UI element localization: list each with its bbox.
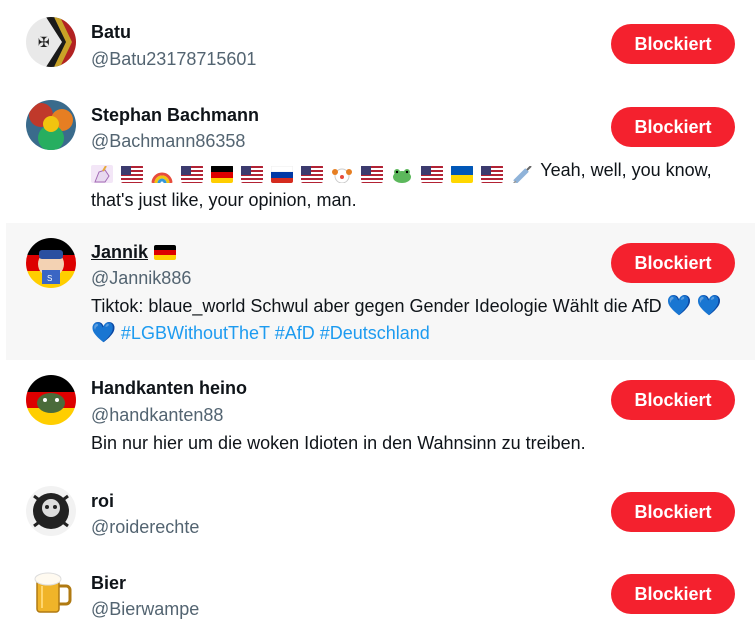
blue-heart-emoji: 💙 (666, 295, 692, 317)
display-name[interactable]: Stephan Bachmann (91, 104, 259, 126)
blocked-button[interactable]: Blockiert (611, 24, 735, 64)
user-row-bier[interactable]: Bier @Bierwampe Blockiert (6, 554, 755, 631)
user-handle[interactable]: @roiderechte (91, 516, 199, 538)
us-flag (361, 165, 384, 184)
blocked-button[interactable]: Blockiert (611, 243, 735, 283)
germany-flag (154, 245, 177, 260)
ukraine-flag (451, 165, 474, 184)
us-flag (241, 165, 264, 184)
hashtag-link[interactable]: #LGBWithoutTheT (121, 323, 270, 343)
blocked-button[interactable]: Blockiert (611, 107, 735, 147)
svg-text:✠: ✠ (38, 34, 50, 50)
user-row-stephan-bachmann[interactable]: Stephan Bachmann @Bachmann86358 Blockier… (6, 90, 755, 223)
germany-flag (211, 165, 234, 184)
us-flag (421, 165, 444, 184)
user-bio: Tiktok: blaue_world Schwul aber gegen Ge… (91, 293, 725, 347)
avatar[interactable] (26, 100, 76, 150)
user-handle[interactable]: @Batu23178715601 (91, 48, 256, 70)
avatar[interactable]: S (26, 238, 76, 288)
blocked-accounts-list: ✠ Batu @Batu23178715601 Blockiert Stepha… (0, 0, 755, 631)
frog-emoji (391, 165, 413, 184)
display-name[interactable]: Handkanten heino (91, 377, 247, 399)
unicorn-emoji (91, 165, 113, 184)
us-flag (481, 165, 504, 184)
rainbow-emoji (151, 165, 173, 184)
user-row-jannik[interactable]: S Jannik @Jannik886 Blockiert Tiktok: bl… (6, 223, 755, 360)
bio-text: Tiktok: blaue_world Schwul aber gegen Ge… (91, 296, 662, 316)
blocked-button[interactable]: Blockiert (611, 574, 735, 614)
svg-text:S: S (47, 274, 52, 283)
hashtag-link[interactable]: #AfD (275, 323, 315, 343)
user-handle[interactable]: @Bierwampe (91, 598, 199, 620)
us-flag (181, 165, 204, 184)
user-row-handkanten-heino[interactable]: Handkanten heino @handkanten88 Blockiert… (6, 360, 755, 472)
user-bio: Yeah, well, you know, that's just like, … (91, 157, 725, 214)
bio-emoji-row (91, 160, 536, 187)
avatar[interactable]: ✠ (26, 17, 76, 67)
us-flag (121, 165, 144, 184)
user-handle[interactable]: @Bachmann86358 (91, 130, 245, 152)
display-name[interactable]: Bier (91, 572, 126, 594)
russia-flag (271, 165, 294, 184)
avatar[interactable] (26, 375, 76, 425)
display-name[interactable]: Jannik (91, 241, 177, 263)
user-bio: Bin nur hier um die woken Idioten in den… (91, 433, 586, 453)
user-row-batu[interactable]: ✠ Batu @Batu23178715601 Blockiert (6, 0, 755, 90)
blocked-button[interactable]: Blockiert (611, 492, 735, 532)
display-name[interactable]: roi (91, 490, 114, 512)
display-name[interactable]: Batu (91, 21, 131, 43)
avatar[interactable] (26, 486, 76, 536)
hashtag-link[interactable]: #Deutschland (320, 323, 430, 343)
clown-emoji (331, 165, 353, 184)
syringe-emoji (511, 165, 533, 184)
avatar[interactable] (26, 568, 76, 618)
us-flag (301, 165, 324, 184)
user-handle[interactable]: @handkanten88 (91, 404, 223, 426)
blocked-button[interactable]: Blockiert (611, 380, 735, 420)
user-row-roi[interactable]: roi @roiderechte Blockiert (6, 472, 755, 554)
user-handle[interactable]: @Jannik886 (91, 267, 191, 289)
